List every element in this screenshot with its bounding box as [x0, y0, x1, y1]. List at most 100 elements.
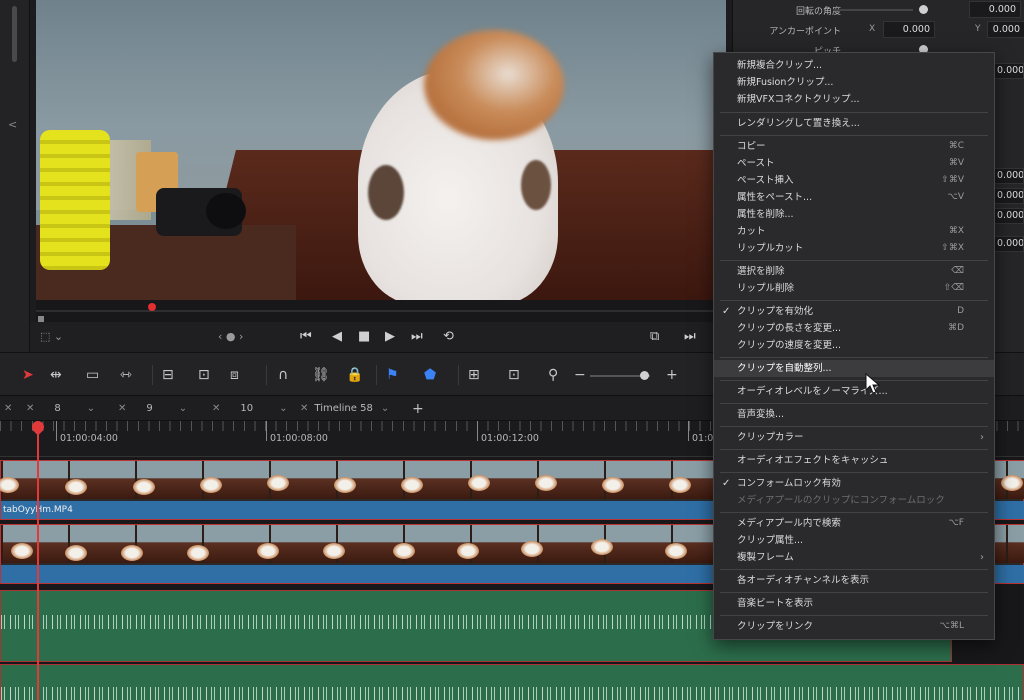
replace-clip-icon[interactable]: ⧈	[230, 367, 239, 383]
menu-item-link-clips[interactable]: クリップをリンク ⌥⌘L	[714, 618, 994, 635]
toolbar-divider	[376, 365, 377, 385]
chevron-down-icon[interactable]: ⌄	[279, 403, 287, 414]
inspector-value-field[interactable]: 0.000	[994, 168, 1024, 184]
match-frame-icon[interactable]: ⧉	[650, 329, 659, 345]
jog-control[interactable]: ‹ ● ›	[218, 329, 243, 345]
inspector-value-field[interactable]: 0.000	[994, 63, 1024, 79]
chevron-right-icon: ›	[980, 552, 984, 563]
overwrite-clip-icon[interactable]: ⊡	[198, 367, 210, 383]
ruler-major-tick	[56, 421, 57, 441]
menu-separator	[720, 403, 988, 404]
play-icon[interactable]: ▶	[385, 329, 395, 345]
menu-item-new-compound-clip[interactable]: 新規複合クリップ...	[714, 57, 994, 74]
menu-item-auto-align-clips[interactable]: クリップを自動整列...	[714, 360, 994, 377]
viewer-frame-camera-lens	[206, 193, 246, 229]
menu-item-normalize-audio-levels[interactable]: オーディオレベルをノーマライズ...	[714, 383, 994, 400]
menu-item-label: クリップカラー	[737, 432, 804, 443]
anchor-y-field[interactable]: 0.000	[987, 21, 1024, 38]
menu-item-ripple-delete[interactable]: リップル削除 ⇧⌫	[714, 280, 994, 297]
menu-item-label: 新規複合クリップ...	[737, 60, 823, 71]
menu-item-remove-attributes[interactable]: 属性を削除...	[714, 206, 994, 223]
menu-item-show-music-beats[interactable]: 音楽ビートを表示	[714, 595, 994, 612]
menu-item-delete-selected[interactable]: 選択を削除 ⌫	[714, 263, 994, 280]
menu-item-new-vfx-connect-clip[interactable]: 新規VFXコネクトクリップ...	[714, 91, 994, 108]
timeline-playhead[interactable]	[37, 421, 39, 700]
zoom-out-icon[interactable]: −	[574, 367, 586, 383]
zoom-in-icon[interactable]: +	[666, 367, 678, 383]
inspector-value-field[interactable]: 0.000	[994, 188, 1024, 204]
first-frame-icon[interactable]: ⏮	[300, 329, 312, 345]
close-icon[interactable]: ✕	[118, 403, 126, 414]
menu-item-change-clip-speed[interactable]: クリップの速度を変更...	[714, 337, 994, 354]
menu-item-voice-convert[interactable]: 音声変換...	[714, 406, 994, 423]
trim-tool-icon[interactable]: ⇹	[50, 367, 62, 383]
anchor-x-field[interactable]: 0.000	[883, 21, 935, 38]
menu-separator	[720, 380, 988, 381]
menu-item-paste-attributes[interactable]: 属性をペースト... ⌥V	[714, 189, 994, 206]
menu-item-change-clip-duration[interactable]: クリップの長さを変更... ⌘D	[714, 320, 994, 337]
menu-item-cut[interactable]: カット ⌘X	[714, 223, 994, 240]
close-icon[interactable]: ✕	[26, 403, 34, 414]
zoom-detail-icon[interactable]: ⊡	[508, 367, 520, 383]
transform-overlay-icon[interactable]: ⬚ ⌄	[40, 329, 63, 345]
left-panel-rail: <	[0, 0, 30, 352]
menu-item-cache-audio-effects[interactable]: オーディオエフェクトをキャッシュ	[714, 452, 994, 469]
rotation-value-field[interactable]: 0.000	[969, 1, 1021, 18]
menu-item-clip-attributes[interactable]: クリップ属性...	[714, 532, 994, 549]
menu-item-find-in-media-pool[interactable]: メディアプール内で検索 ⌥F	[714, 515, 994, 532]
rotation-slider-knob[interactable]	[919, 5, 928, 14]
reverse-play-icon[interactable]: ◀	[332, 329, 342, 345]
viewer-scrubber[interactable]	[36, 300, 726, 322]
chevron-down-icon[interactable]: ⌄	[381, 403, 389, 414]
menu-item-duplicate-frames[interactable]: 複製フレーム ›	[714, 549, 994, 566]
scrubber-playhead[interactable]	[148, 303, 156, 311]
menu-item-show-audio-channels[interactable]: 各オーディオチャンネルを表示	[714, 572, 994, 589]
stop-icon[interactable]: ■	[358, 329, 370, 345]
selection-tool-icon[interactable]: ➤	[22, 367, 34, 383]
menu-item-new-fusion-clip[interactable]: 新規Fusionクリップ...	[714, 74, 994, 91]
zoom-slider-knob[interactable]	[640, 371, 649, 380]
link-icon[interactable]: ⛓	[312, 367, 330, 383]
audio-clip-a2[interactable]	[0, 664, 1024, 700]
zoom-full-icon[interactable]: ⊞	[468, 367, 480, 383]
next-edit-icon[interactable]: ⏭	[684, 329, 696, 345]
left-scrollbar[interactable]	[12, 6, 17, 62]
menu-item-enable-clip[interactable]: ✓ クリップを有効化 D	[714, 303, 994, 320]
timeline-tab[interactable]: ✕ 10 ⌄	[212, 397, 288, 421]
last-frame-icon[interactable]: ⏭	[411, 329, 423, 345]
menu-item-render-in-place[interactable]: レンダリングして置き換え...	[714, 115, 994, 132]
timeline-tab[interactable]: ✕ 8 ⌄	[26, 397, 95, 421]
menu-separator	[720, 615, 988, 616]
zoom-custom-icon[interactable]: ⚲	[548, 367, 558, 383]
menu-item-copy[interactable]: コピー ⌘C	[714, 138, 994, 155]
menu-item-paste[interactable]: ペースト ⌘V	[714, 155, 994, 172]
video-viewer[interactable]	[36, 0, 726, 300]
menu-item-ripple-cut[interactable]: リップルカット ⇧⌘X	[714, 240, 994, 257]
blade-tool-icon[interactable]: ⇿	[120, 367, 132, 383]
flag-icon[interactable]: ⚑	[386, 367, 399, 383]
add-timeline-tab-button[interactable]: +	[412, 397, 424, 421]
menu-item-clip-color[interactable]: クリップカラー ›	[714, 429, 994, 446]
insert-clip-icon[interactable]: ⊟	[162, 367, 174, 383]
snapping-icon[interactable]: ∩	[278, 367, 288, 383]
menu-separator	[720, 472, 988, 473]
chevron-left-icon[interactable]: <	[8, 118, 17, 131]
lock-icon[interactable]: 🔒	[346, 367, 363, 383]
rotation-slider[interactable]	[833, 9, 913, 11]
dynamic-trim-icon[interactable]: ▭	[86, 367, 99, 383]
menu-item-conform-lock-enabled[interactable]: ✓ コンフォームロック有効	[714, 475, 994, 492]
chevron-down-icon[interactable]: ⌄	[87, 403, 95, 414]
close-icon[interactable]: ✕	[212, 403, 220, 414]
menu-item-label: クリップ属性...	[737, 535, 804, 546]
menu-item-paste-insert[interactable]: ペースト挿入 ⇧⌘V	[714, 172, 994, 189]
menu-item-conform-lock-media-pool: メディアプールのクリップにコンフォームロック	[714, 492, 994, 509]
inspector-value-field[interactable]: 0.000	[994, 208, 1024, 224]
chevron-down-icon[interactable]: ⌄	[179, 403, 187, 414]
close-icon[interactable]: ✕	[300, 403, 308, 414]
loop-icon[interactable]: ⟲	[443, 329, 454, 345]
thumbnail-cat	[468, 475, 490, 491]
timeline-tab-active[interactable]: ✕ Timeline 58 ⌄	[300, 397, 389, 421]
inspector-value-field[interactable]: 0.000	[994, 236, 1024, 252]
marker-icon[interactable]: ⬟	[424, 367, 436, 383]
timeline-tab[interactable]: ✕ 9 ⌄	[118, 397, 187, 421]
